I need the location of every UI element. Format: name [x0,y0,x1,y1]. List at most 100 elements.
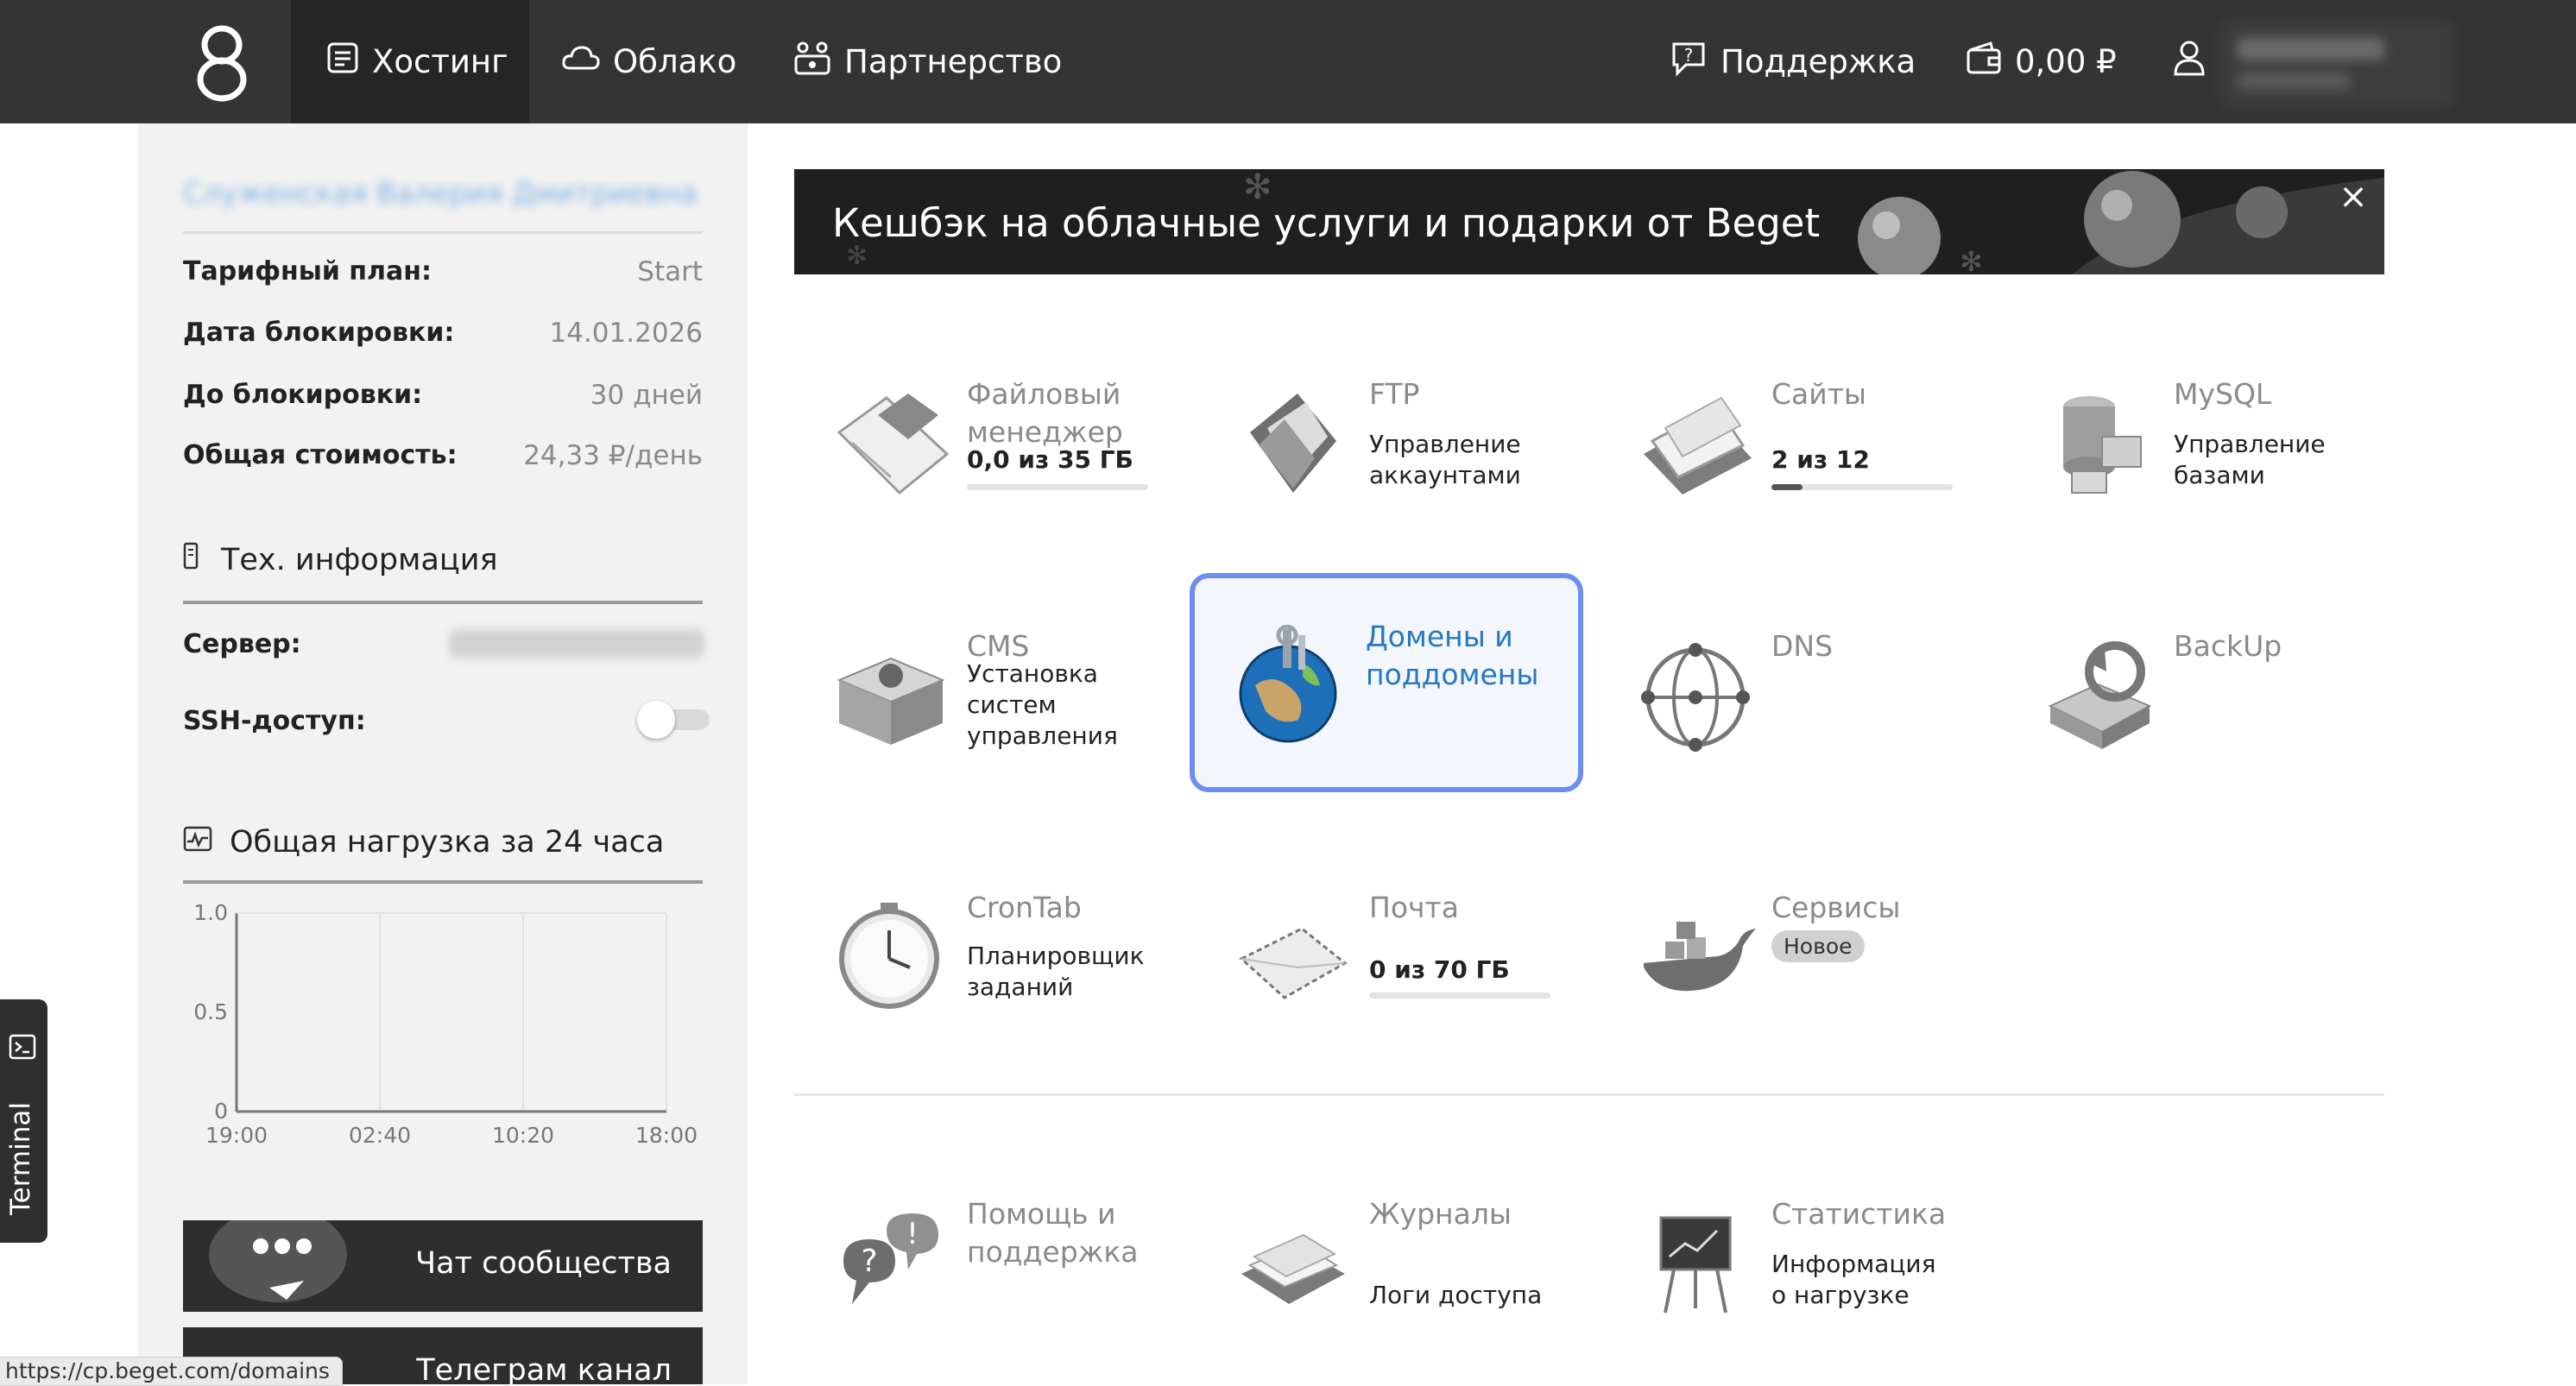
tile-sites-title: Сайты [1771,377,1866,411]
chart-y-tick-label: 0 [214,1099,228,1124]
svg-text:✻: ✻ [1960,245,1983,274]
nav-partnership-label: Партнерство [844,43,1063,80]
tile-cms-desc: Установка систем управления [967,659,1118,750]
backup-disk-icon [2048,641,2152,749]
chart-x-tick-label: 10:20 [492,1123,554,1148]
user-name[interactable]: Служенская Валерия Дмитриевна [183,176,701,211]
server-label: Сервер: [183,629,301,659]
total-cost-label: Общая стоимость: [183,440,458,470]
chart-y-tick-label: 1.0 [193,900,228,925]
ssh-toggle[interactable] [637,701,711,739]
chart-x-tick-label: 19:00 [205,1123,268,1148]
tile-mysql[interactable]: MySQL Управление базами [2001,332,2390,548]
tile-services[interactable]: Сервисы Новое [1599,846,1987,1062]
nav-partnership[interactable]: Партнерство [792,0,1062,123]
chart-y-ticks: 1.0 0.5 0 [193,900,228,1124]
file-manager-usage-bar [967,484,1148,490]
banner-close-icon[interactable]: × [2338,180,2369,214]
tile-stats-title: Статистика [1771,1197,1947,1231]
cms-box-icon [837,657,945,745]
chart-x-tick-label: 02:40 [349,1123,411,1148]
tile-dns[interactable]: DNS [1599,584,1987,800]
cloud-icon [561,42,601,81]
tile-crontab[interactable]: CronTab Планировщик заданий [794,846,1183,1062]
load-title: Общая нагрузка за 24 часа [183,825,664,860]
block-date-label: Дата блокировки: [183,318,455,348]
tile-domains[interactable]: Домены и поддомены [1190,573,1583,792]
tile-crontab-desc: Планировщик заданий [967,942,1145,1001]
dns-network-icon [1641,643,1750,752]
stats-board-icon [1659,1216,1732,1314]
tile-services-title: Сервисы [1771,891,1901,924]
nav-support-label: Поддержка [1720,43,1916,80]
chart-x-ticks: 19:00 02:40 10:20 18:00 [205,1123,698,1148]
user-icon [2172,38,2207,85]
divider [183,231,703,234]
tile-file-manager[interactable]: Файловый менеджер 0,0 из 35 ГБ [794,332,1183,548]
services-whale-icon [1644,922,1756,992]
database-icon [2063,396,2142,494]
promo-banner[interactable]: ✻ ✻ ✻ Кешбэк на облачные услуги и подарк… [794,169,2384,274]
divider [183,601,703,604]
banner-text: Кешбэк на облачные услуги и подарки от B… [832,200,1821,246]
tile-cms[interactable]: CMS Установка систем управления [794,584,1183,800]
svg-text:?: ? [861,1244,877,1279]
tile-mail[interactable]: Почта 0 из 70 ГБ [1196,846,1585,1062]
nav-cloud[interactable]: Облако [561,0,736,123]
tile-sites[interactable]: Сайты 2 из 12 [1599,332,1987,548]
new-badge: Новое [1771,930,1865,962]
tile-mail-title: Почта [1369,891,1459,924]
tile-domains-title: Домены и поддомены [1366,620,1539,691]
tile-logs[interactable]: Журналы Логи доступа [1196,1152,1585,1368]
tile-mysql-title: MySQL [2174,377,2272,411]
chat-bubble-icon [209,1220,347,1302]
nav-balance[interactable]: 0,00 ₽ [1965,0,2117,123]
load-chart: 1.0 0.5 0 19:00 02:40 10:20 18:00 [193,900,698,1148]
ftp-folder-icon [1250,394,1336,493]
beget-logo[interactable] [192,24,252,102]
divider [183,880,703,884]
days-left-label: До блокировки: [183,380,423,410]
terminal-tab[interactable]: Terminal [0,999,47,1243]
tile-backup[interactable]: BackUp [2001,584,2390,800]
section-divider [794,1093,2384,1096]
status-bar-url: https://cp.beget.com/domains [0,1357,343,1386]
tile-logs-desc: Логи доступа [1369,1281,1543,1309]
tariff-label: Тарифный план: [183,256,432,287]
mail-envelope-icon [1239,927,1348,999]
tile-ftp-desc: Управление аккаунтами [1369,430,1521,489]
nav-support[interactable]: ? Поддержка [1669,0,1916,123]
nav-balance-label: 0,00 ₽ [2015,43,2117,80]
block-date-value: 14.01.2026 [549,318,704,349]
tile-logs-title: Журналы [1369,1197,1512,1231]
days-left-value: 30 дней [590,380,703,411]
chart-grid [235,912,667,1113]
community-chat-label: Чат сообщества [415,1246,672,1281]
tile-crontab-title: CronTab [967,891,1082,924]
wallet-icon [1965,40,2003,84]
terminal-label: Terminal [5,1101,36,1215]
globe-keys-icon [1239,625,1337,743]
nav-hosting[interactable]: Хостинг [291,0,529,123]
nav-cloud-label: Облако [613,43,737,80]
community-chat-button[interactable]: Чат сообщества [183,1220,703,1312]
mail-usage-bar [1369,992,1550,999]
tile-ftp[interactable]: FTP Управление аккаунтами [1196,332,1585,548]
help-bubbles-icon: ? ! [843,1213,938,1304]
server-icon [183,542,199,577]
tile-file-manager-title: Файловый менеджер [967,377,1123,449]
tile-file-manager-usage: 0,0 из 35 ГБ [967,445,1133,474]
chart-y-tick-label: 0.5 [193,999,228,1024]
nav-hosting-label: Хостинг [372,43,508,80]
tile-help-title: Помощь и поддержка [967,1197,1139,1269]
sites-usage-bar [1771,484,1953,490]
support-chat-icon: ? [1669,39,1708,85]
tile-stats[interactable]: Статистика Информация о нагрузке [1599,1152,1987,1368]
tile-mail-usage: 0 из 70 ГБ [1369,955,1510,984]
tile-help[interactable]: ? ! Помощь и поддержка [794,1152,1183,1368]
svg-text:?: ? [1684,45,1694,66]
nav-profile[interactable] [2172,0,2219,123]
account-menu-redacted[interactable] [2220,21,2453,107]
load-title-label: Общая нагрузка за 24 часа [230,825,665,860]
chart-x-tick-label: 18:00 [635,1123,698,1148]
